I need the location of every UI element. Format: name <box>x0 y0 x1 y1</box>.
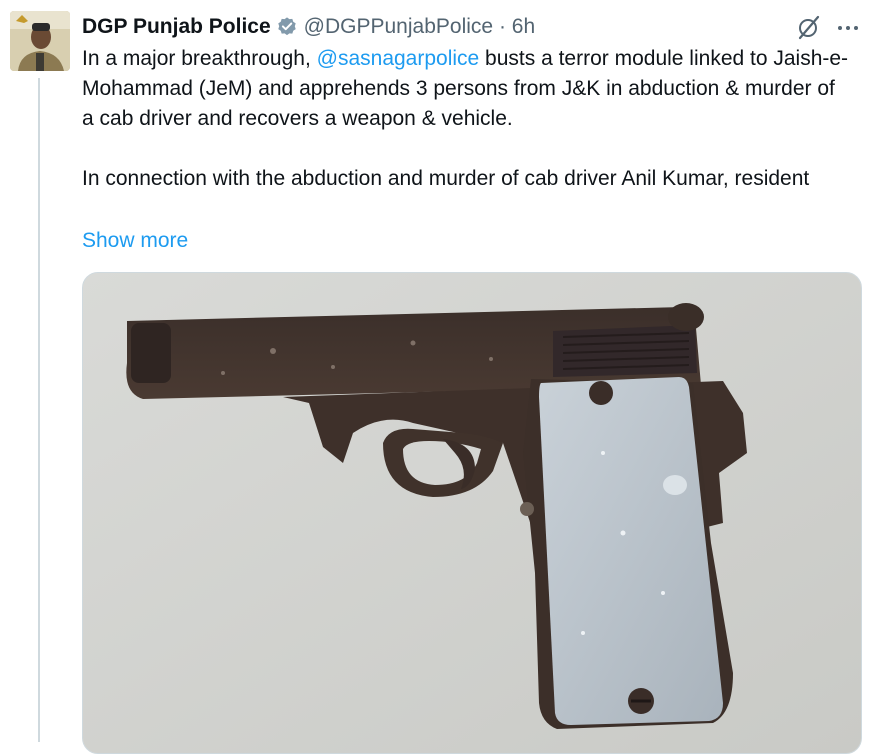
meta-separator: · <box>498 15 506 38</box>
thread-line <box>38 78 40 742</box>
author-handle[interactable]: @DGPPunjabPolice <box>304 15 493 38</box>
tweet-paragraph-2: In connection with the abduction and mur… <box>82 167 810 190</box>
show-more-link[interactable]: Show more <box>82 226 188 256</box>
tweet-header: DGP Punjab Police @DGPPunjabPolice · 6h <box>82 12 860 42</box>
tweet-time[interactable]: 6h <box>512 15 535 38</box>
verified-check-icon <box>276 16 298 38</box>
pistol-photo <box>83 273 861 753</box>
tweet-text: In a major breakthrough, @sasnagarpolice… <box>82 44 852 194</box>
tweet-text-segment: In a major breakthrough, <box>82 47 317 70</box>
author-handle-time: @DGPPunjabPolice · 6h <box>304 15 535 39</box>
author-display-name[interactable]: DGP Punjab Police <box>82 15 271 39</box>
grok-slash-icon[interactable] <box>796 14 822 40</box>
avatar[interactable] <box>10 11 70 71</box>
more-dots-icon[interactable] <box>836 17 860 37</box>
tweet-paragraph-1: In a major breakthrough, @sasnagarpolice… <box>82 44 852 134</box>
tweet-media-image[interactable] <box>82 272 862 754</box>
mention-link[interactable]: @sasnagarpolice <box>317 47 480 70</box>
header-actions <box>796 14 860 40</box>
